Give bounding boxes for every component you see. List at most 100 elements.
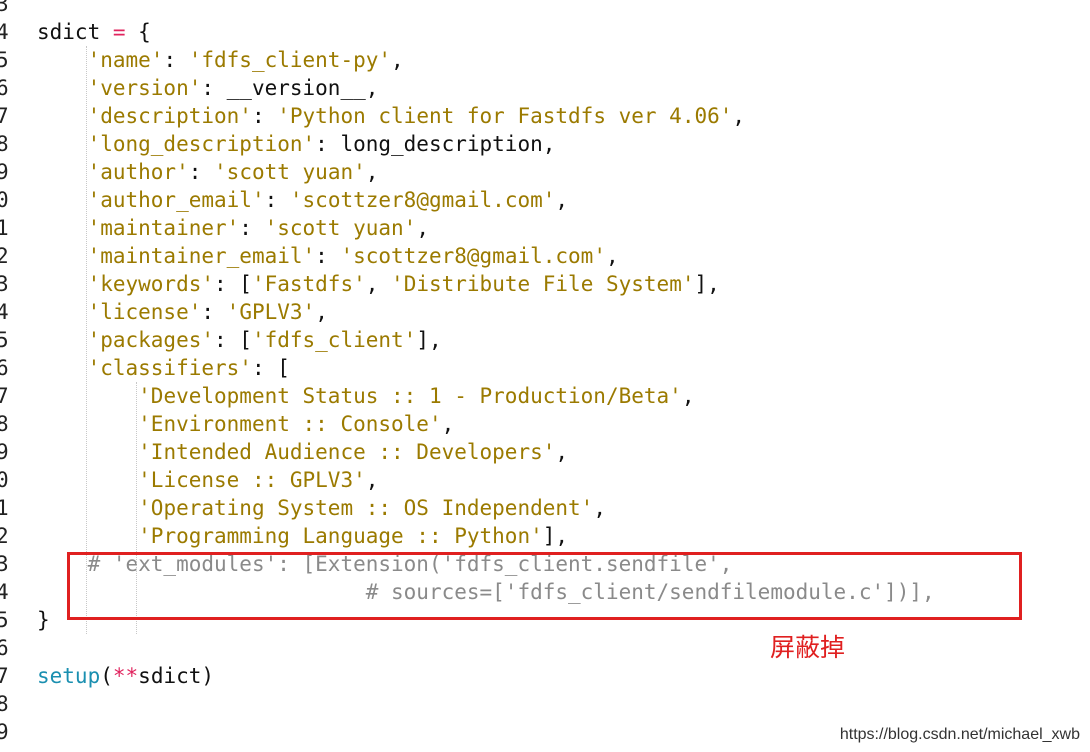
- line-number: 7: [0, 384, 9, 408]
- code-token: 'Intended Audience :: Developers': [138, 440, 556, 464]
- code-token: 'scottzer8@gmail.com': [289, 188, 556, 212]
- code-text: 'author_email': 'scottzer8@gmail.com',: [37, 186, 568, 214]
- code-text: 'license': 'GPLV3',: [37, 298, 328, 326]
- code-token: ],: [694, 272, 720, 296]
- code-token: 'Fastdfs': [251, 272, 366, 296]
- code-token: =: [112, 20, 126, 44]
- code-text: }: [37, 606, 50, 634]
- code-token: {: [125, 20, 151, 44]
- code-token: 'description': [87, 104, 252, 128]
- code-token: : long_description,: [315, 132, 556, 156]
- code-token: 'scottzer8@gmail.com': [340, 244, 606, 268]
- line-number: 7: [0, 664, 9, 688]
- code-text: 'maintainer_email': 'scottzer8@gmail.com…: [37, 242, 619, 270]
- code-text: 'author': 'scott yuan',: [37, 158, 379, 186]
- code-text: 'keywords': ['Fastdfs', 'Distribute File…: [37, 270, 720, 298]
- code-text: 'Operating System :: OS Independent',: [37, 494, 606, 522]
- code-token: 'maintainer_email': [87, 244, 316, 268]
- code-token: ,: [605, 244, 619, 268]
- code-token: :: [188, 160, 215, 184]
- code-token: :: [251, 104, 278, 128]
- code-token: : [: [251, 356, 290, 380]
- code-token: : [: [214, 328, 252, 352]
- code-token: 'maintainer': [87, 216, 240, 240]
- code-text: 'packages': ['fdfs_client'],: [37, 326, 442, 354]
- line-number: 6: [0, 636, 9, 660]
- code-token: 'License :: GPLV3': [138, 468, 366, 492]
- code-token: 'version': [87, 76, 202, 100]
- line-number: 6: [0, 356, 9, 380]
- line-number: 8: [0, 692, 9, 716]
- code-token: 'Python client for Fastdfs ver 4.06': [277, 104, 733, 128]
- code-token: 'packages': [87, 328, 215, 352]
- line-number: 4: [0, 580, 9, 604]
- code-token: :: [163, 48, 189, 72]
- code-token: 'Programming Language :: Python': [138, 524, 543, 548]
- code-token: 'Environment :: Console': [138, 412, 442, 436]
- line-number: 1: [0, 216, 9, 240]
- code-text: 'classifiers': [: [37, 354, 290, 382]
- code-text: 'version': __version__,: [37, 74, 379, 102]
- code-token: ,: [365, 160, 379, 184]
- line-number: 5: [0, 608, 9, 632]
- line-number: 5: [0, 328, 9, 352]
- code-token: 'scott yuan': [264, 216, 417, 240]
- code-token: 'scott yuan': [214, 160, 366, 184]
- code-token: }: [37, 608, 50, 632]
- line-number: 2: [0, 524, 9, 548]
- code-token: : __version__,: [201, 76, 379, 100]
- line-number: 7: [0, 104, 9, 128]
- code-token: 'Operating System :: OS Independent': [138, 496, 594, 520]
- code-text: 'Intended Audience :: Developers',: [37, 438, 568, 466]
- code-text: 'description': 'Python client for Fastdf…: [37, 102, 745, 130]
- code-token: ,: [416, 216, 429, 240]
- code-editor[interactable]: 3 4 sdict = {5 'name': 'fdfs_client-py', 6 …: [0, 0, 1090, 752]
- code-token: ,: [593, 496, 606, 520]
- code-token: 'author_email': [87, 188, 265, 212]
- code-token: ,: [555, 188, 569, 212]
- code-token: :: [201, 300, 227, 324]
- code-token: :: [239, 216, 265, 240]
- code-token: ,: [555, 440, 569, 464]
- code-token: ,: [315, 300, 328, 324]
- highlight-box: [67, 552, 1022, 620]
- code-token: 'fdfs_client-py': [188, 48, 392, 72]
- line-number: 6: [0, 76, 9, 100]
- code-token: ,: [365, 272, 392, 296]
- code-token: :: [315, 244, 341, 268]
- code-token: 'keywords': [87, 272, 215, 296]
- line-number: 0: [0, 468, 9, 492]
- code-token: 'fdfs_client': [251, 328, 417, 352]
- watermark: https://blog.csdn.net/michael_xwb: [839, 726, 1080, 743]
- line-number: 2: [0, 244, 9, 268]
- code-token: sdict: [37, 20, 113, 44]
- code-text: setup(**sdict): [37, 662, 214, 690]
- code-text: 'name': 'fdfs_client-py',: [37, 46, 404, 74]
- code-token: 'GPLV3': [226, 300, 316, 324]
- code-token: **: [112, 664, 139, 688]
- line-number: 4: [0, 300, 9, 324]
- code-token: ],: [416, 328, 442, 352]
- code-text: 'License :: GPLV3',: [37, 466, 378, 494]
- code-token: 'name': [87, 48, 164, 72]
- code-token: :: [264, 188, 290, 212]
- line-number: 3: [0, 0, 9, 16]
- code-token: ,: [441, 412, 455, 436]
- line-number: 3: [0, 552, 9, 576]
- code-token: ,: [681, 384, 695, 408]
- code-token: sdict): [138, 664, 215, 688]
- code-text: 'Environment :: Console',: [37, 410, 454, 438]
